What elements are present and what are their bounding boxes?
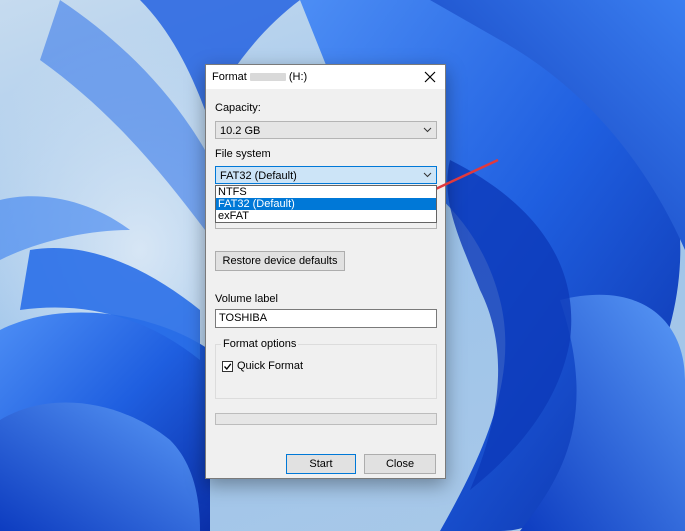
- capacity-value: 10.2 GB: [220, 125, 261, 137]
- close-window-button[interactable]: [415, 65, 445, 89]
- format-dialog: Format (H:) Capacity: 10.2 GB File system…: [205, 64, 446, 479]
- file-system-dropdown-list: NTFS FAT32 (Default) exFAT: [215, 185, 437, 223]
- chevron-down-icon: [423, 127, 432, 133]
- option-fat32[interactable]: FAT32 (Default): [216, 198, 436, 210]
- capacity-select[interactable]: 10.2 GB: [215, 121, 437, 139]
- format-options-group: Format options Quick Format: [215, 338, 437, 399]
- restore-defaults-button[interactable]: Restore device defaults: [215, 251, 345, 271]
- file-system-label: File system: [215, 148, 271, 160]
- file-system-value: FAT32 (Default): [220, 170, 297, 182]
- volume-label-input[interactable]: TOSHIBA: [215, 309, 437, 328]
- dialog-title: Format (H:): [212, 71, 307, 83]
- capacity-label: Capacity:: [215, 102, 261, 114]
- blurred-drive-name: [249, 73, 286, 82]
- checkmark-icon: [224, 363, 232, 371]
- close-button[interactable]: Close: [364, 454, 436, 474]
- quick-format-checkbox[interactable]: [222, 361, 233, 372]
- quick-format-label[interactable]: Quick Format: [237, 360, 303, 372]
- option-ntfs[interactable]: NTFS: [216, 186, 436, 198]
- option-exfat[interactable]: exFAT: [216, 210, 436, 222]
- file-system-select[interactable]: FAT32 (Default): [215, 166, 437, 184]
- desktop-background: Format (H:) Capacity: 10.2 GB File system…: [0, 0, 685, 531]
- start-button[interactable]: Start: [286, 454, 356, 474]
- volume-label-label: Volume label: [215, 293, 278, 305]
- close-icon: [424, 71, 436, 83]
- title-bar: Format (H:): [206, 65, 445, 89]
- title-suffix: (H:): [288, 71, 308, 83]
- format-progress-bar: [215, 413, 437, 425]
- chevron-down-icon: [423, 172, 432, 178]
- title-prefix: Format: [212, 71, 247, 83]
- format-options-title: Format options: [221, 338, 299, 350]
